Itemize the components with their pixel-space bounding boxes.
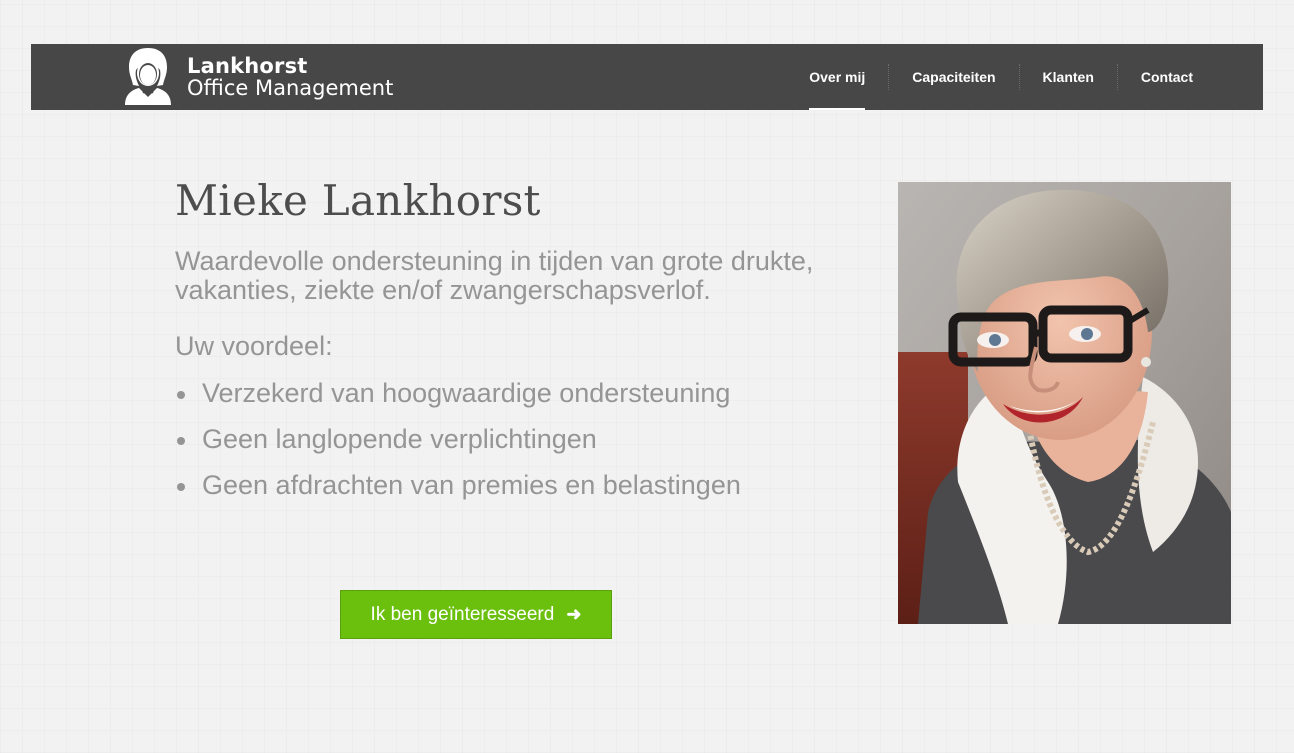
main-nav: Over mij Capaciteiten Klanten Contact — [809, 44, 1193, 110]
portrait-image — [898, 182, 1231, 624]
portrait-photo — [898, 182, 1231, 624]
benefits-list: Verzekerd van hoogwaardige ondersteuning… — [175, 370, 815, 508]
nav-item-over-mij[interactable]: Over mij — [809, 44, 866, 110]
advantage-heading: Uw voordeel: — [175, 331, 333, 361]
interested-button[interactable]: Ik ben geïnteresseerd ➜ — [340, 590, 612, 639]
nav-divider — [1018, 64, 1020, 90]
brand-subtitle: Office Management — [187, 75, 394, 100]
benefit-item: Verzekerd van hoogwaardige ondersteuning — [175, 370, 815, 416]
nav-item-klanten[interactable]: Klanten — [1043, 44, 1094, 110]
nav-item-capaciteiten[interactable]: Capaciteiten — [912, 44, 995, 110]
hero-content: Mieke Lankhorst Waardevolle ondersteunin… — [175, 176, 815, 508]
brand-name: Lankhorst — [187, 53, 308, 78]
nav-divider — [888, 64, 890, 90]
top-navbar: Lankhorst Office Management Over mij Cap… — [31, 44, 1263, 110]
interested-button-label: Ik ben geïnteresseerd — [370, 603, 555, 625]
intro-text: Waardevolle ondersteuning in tijden van … — [175, 246, 814, 305]
woman-avatar-icon — [125, 48, 171, 105]
arrow-right-icon: ➜ — [566, 604, 582, 624]
benefit-item: Geen langlopende verplichtingen — [175, 416, 815, 462]
brand-home-link[interactable]: Lankhorst Office Management — [117, 44, 393, 110]
benefit-item: Geen afdrachten van premies en belasting… — [175, 462, 815, 508]
page-title: Mieke Lankhorst — [175, 176, 541, 225]
nav-divider — [1116, 64, 1118, 90]
nav-item-contact[interactable]: Contact — [1141, 44, 1193, 110]
